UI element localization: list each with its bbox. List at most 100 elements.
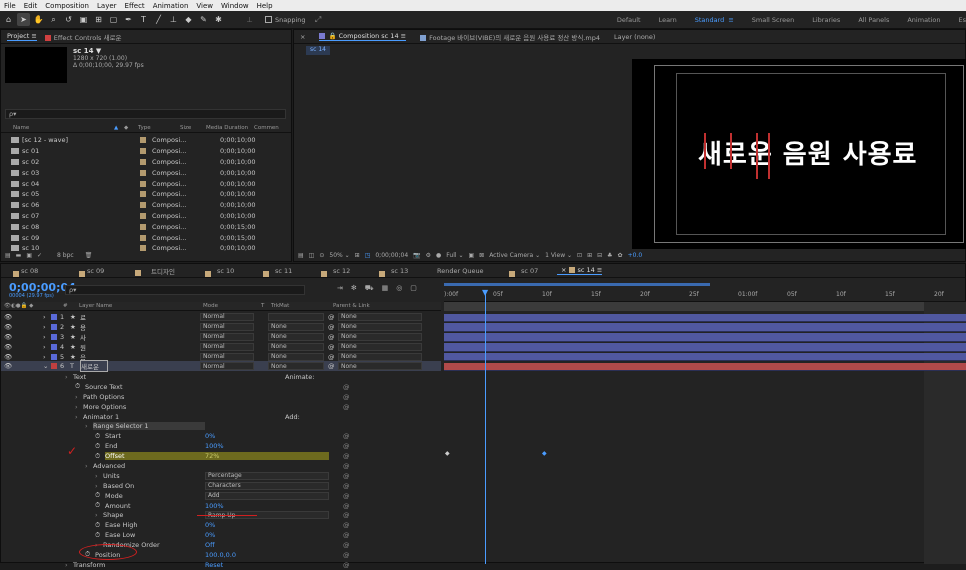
layer-duration-bar[interactable] — [444, 343, 966, 351]
project-item-row[interactable]: sc 01Composi...0;00;10;00 — [1, 146, 291, 157]
label-color-icon[interactable] — [140, 235, 146, 241]
time-navigator[interactable] — [444, 279, 966, 287]
project-item-row[interactable]: sc 05Composi...0;00;10;00 — [1, 189, 291, 200]
sort-up-icon[interactable]: ▲ — [114, 125, 124, 131]
property-row[interactable]: ›More Options@ — [1, 402, 441, 412]
menu-view[interactable]: View — [196, 2, 213, 10]
property-dropdown[interactable]: Characters — [205, 482, 329, 490]
type-tool-icon[interactable]: T — [137, 13, 150, 26]
twirl-icon[interactable]: › — [95, 482, 103, 490]
tab-text-design[interactable]: 트디자인 — [133, 266, 205, 276]
project-item-row[interactable]: sc 03Composi...0;00;10;00 — [1, 167, 291, 178]
layer-row[interactable]: 👁›3★사NormalNone@None — [1, 332, 441, 342]
close-viewer-icon[interactable]: × — [300, 33, 305, 41]
resolution-icon[interactable]: ⊞ — [355, 252, 360, 259]
stopwatch-icon[interactable]: ⏱ — [95, 521, 105, 530]
layer-name[interactable]: 료 — [80, 312, 200, 322]
pen-tool-icon[interactable]: ✒ — [122, 13, 135, 26]
property-value[interactable]: Off — [205, 541, 329, 549]
property-row[interactable]: ›TransformReset@ — [1, 560, 441, 570]
workspace-libraries[interactable]: Libraries — [812, 16, 840, 24]
layer-name[interactable]: 원 — [80, 342, 200, 352]
property-value[interactable]: 100% — [205, 502, 329, 510]
visibility-icon[interactable]: 👁 — [1, 333, 43, 341]
property-value[interactable]: Reset — [205, 561, 329, 569]
label-color-icon[interactable] — [140, 213, 146, 219]
col-mode[interactable]: Mode — [203, 303, 261, 309]
col-type[interactable]: Type — [138, 125, 180, 131]
always-preview-icon[interactable]: ▤ — [298, 252, 304, 259]
col-layer-name[interactable]: Layer Name — [79, 303, 203, 309]
layer-duration-bar[interactable] — [444, 314, 966, 322]
expression-pickwhip-icon[interactable]: @ — [343, 561, 350, 569]
trkmat-dropdown[interactable]: None — [268, 353, 324, 361]
new-comp-icon[interactable]: ▣ — [26, 252, 32, 259]
hand-tool-icon[interactable]: ✋ — [32, 13, 45, 26]
property-dropdown[interactable]: Add — [205, 492, 329, 500]
rotate-tool-icon[interactable]: ↺ — [62, 13, 75, 26]
project-item-row[interactable]: sc 04Composi...0;00;10;00 — [1, 178, 291, 189]
expression-pickwhip-icon[interactable]: @ — [343, 462, 350, 470]
workspace-small-screen[interactable]: Small Screen — [752, 16, 794, 24]
snap-options-icon[interactable]: ⤢ — [312, 13, 325, 26]
region-of-interest-icon[interactable]: ▣ — [468, 252, 474, 259]
layer-label-color[interactable] — [51, 324, 57, 330]
visibility-icon[interactable]: 👁 — [1, 323, 43, 331]
twirl-icon[interactable]: › — [43, 313, 51, 321]
tab-sc08[interactable]: sc 08 — [1, 267, 67, 275]
twirl-icon[interactable]: › — [85, 462, 93, 470]
property-value[interactable]: 100% — [205, 442, 329, 450]
interpret-footage-icon[interactable]: ▤ — [5, 252, 11, 259]
pickwhip-icon[interactable]: @ — [328, 313, 338, 321]
tab-sc13[interactable]: sc 13 — [379, 267, 437, 275]
col-comment[interactable]: Commen — [254, 125, 279, 131]
stopwatch-icon[interactable]: ⏱ — [75, 382, 85, 391]
stopwatch-icon[interactable]: ⏱ — [95, 432, 105, 441]
twirl-icon[interactable]: › — [85, 422, 93, 430]
property-value[interactable]: 0% — [205, 521, 329, 529]
pickwhip-icon[interactable]: @ — [328, 323, 338, 331]
vr-icon[interactable]: ⊙ — [319, 252, 324, 259]
label-color-icon[interactable] — [140, 181, 146, 187]
viewer-timecode[interactable]: 0;00;00;04 — [375, 252, 408, 259]
layer-duration-bar[interactable] — [444, 323, 966, 331]
label-col-icon[interactable]: ◆ — [124, 125, 138, 131]
tab-composition[interactable]: 🔒 Composition sc 14 ≡ — [319, 32, 406, 41]
workspace-animation[interactable]: Animation — [907, 16, 940, 24]
snapping-checkbox[interactable] — [262, 13, 275, 26]
puppet-tool-icon[interactable]: ✱ — [212, 13, 225, 26]
tab-sc14[interactable]: × sc 14 ≡ — [557, 266, 602, 275]
workspace-menu-icon[interactable]: ≡ — [728, 16, 733, 24]
expression-pickwhip-icon[interactable]: @ — [343, 531, 350, 539]
parent-dropdown[interactable]: None — [338, 333, 422, 341]
visibility-icon[interactable]: 👁 — [1, 362, 43, 370]
property-row[interactable]: ›Path Options@ — [1, 392, 441, 402]
toggle-pixel-icon[interactable]: ⊡ — [577, 252, 582, 259]
pickwhip-icon[interactable]: @ — [328, 362, 338, 370]
property-row[interactable]: ›Animator 1Add: — [1, 412, 441, 422]
property-row[interactable]: ⏱Amount100%@ — [1, 501, 441, 511]
property-dropdown[interactable]: Percentage — [205, 472, 329, 480]
property-value[interactable]: 0% — [205, 531, 329, 539]
stopwatch-icon[interactable]: ⏱ — [95, 452, 105, 461]
workspace-learn[interactable]: Learn — [659, 16, 677, 24]
motion-blur-icon[interactable]: ◎ — [396, 284, 402, 293]
expression-pickwhip-icon[interactable]: @ — [343, 383, 350, 391]
label-color-icon[interactable] — [140, 202, 146, 208]
twirl-icon[interactable]: › — [65, 373, 73, 381]
layer-row[interactable]: 👁›5★음NormalNone@None — [1, 352, 441, 362]
playhead-line[interactable] — [485, 290, 486, 564]
expression-pickwhip-icon[interactable]: @ — [343, 403, 350, 411]
parent-dropdown[interactable]: None — [338, 362, 422, 370]
expression-pickwhip-icon[interactable]: @ — [343, 551, 350, 559]
layer-row[interactable]: 👁›4★원NormalNone@None — [1, 342, 441, 352]
quality-dropdown[interactable]: Full ⌄ — [446, 252, 463, 259]
mode-dropdown[interactable]: Normal — [200, 313, 254, 321]
expression-pickwhip-icon[interactable]: @ — [343, 541, 350, 549]
stopwatch-icon[interactable]: ⏱ — [95, 442, 105, 451]
label-color-icon[interactable] — [140, 159, 146, 165]
pickwhip-icon[interactable]: @ — [328, 353, 338, 361]
snapshot-icon[interactable]: 📷 — [413, 252, 420, 259]
tab-render-queue[interactable]: Render Queue — [437, 267, 509, 275]
home-icon[interactable]: ⌂ — [2, 13, 15, 26]
